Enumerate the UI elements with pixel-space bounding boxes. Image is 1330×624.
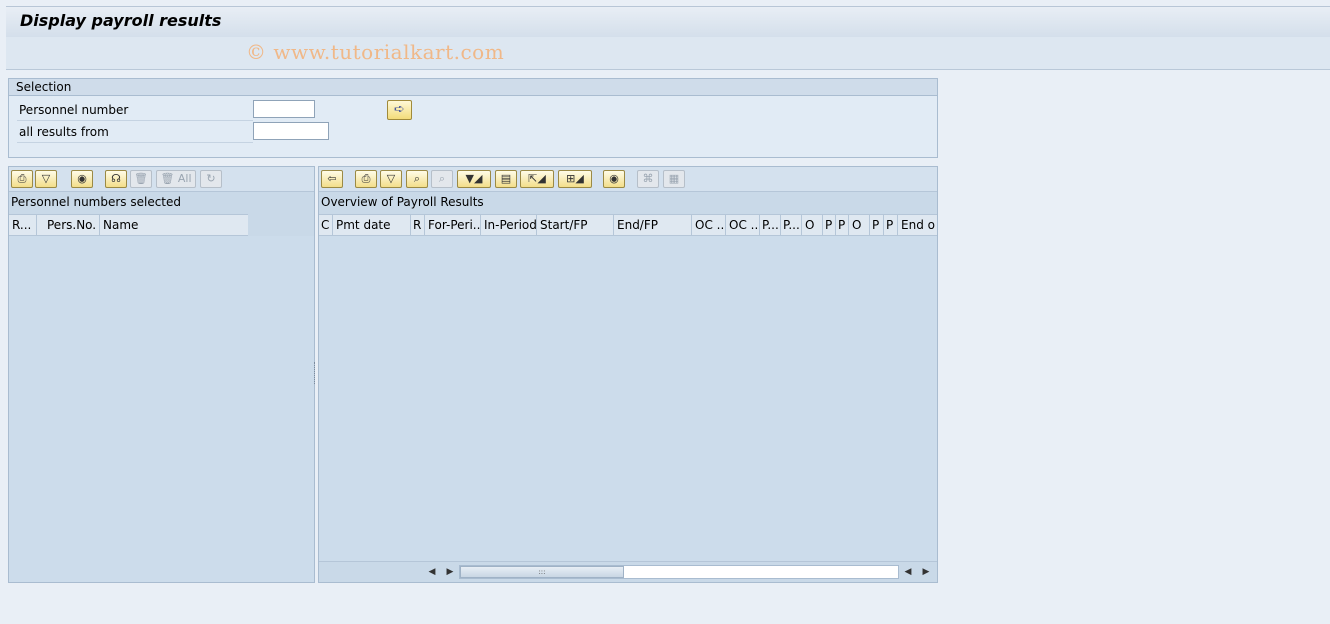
left-toolbar: ⎙ ▽ ◉ ☊ 🗑 🗑 All ↻ — [9, 167, 314, 192]
personnel-list-panel: ⎙ ▽ ◉ ☊ 🗑 🗑 All ↻ Personnel numbers sele… — [8, 166, 315, 583]
scroll-left-button[interactable]: ◀ — [901, 565, 915, 579]
find-icon: ⌕ — [413, 172, 421, 185]
delete-button[interactable]: 🗑 — [130, 170, 152, 188]
delete-all-icon: 🗑 — [160, 172, 175, 185]
filter-button[interactable]: ▽ — [380, 170, 402, 188]
find-next-icon: ⌕ — [438, 172, 446, 185]
all-results-from-row: all results from — [17, 122, 253, 143]
all-results-from-label: all results from — [19, 125, 109, 139]
application-toolbar: © www.tutorialkart.com — [6, 37, 1330, 70]
left-grid-body — [9, 236, 314, 582]
layout-button[interactable]: ◉ — [71, 170, 93, 188]
print-button[interactable]: ⎙ — [11, 170, 33, 188]
arrow-right-icon: ▶ — [922, 567, 930, 577]
set-filter-button[interactable]: ▼◢ — [457, 170, 491, 188]
delete-all-button[interactable]: 🗑 All — [156, 170, 196, 188]
filter-icon: ▽ — [386, 172, 396, 185]
column-header[interactable]: P — [823, 215, 836, 235]
column-header[interactable]: O — [849, 215, 870, 235]
refresh-icon: ↻ — [206, 172, 216, 185]
filter-icon: ▽ — [41, 172, 51, 185]
column-header[interactable]: P — [884, 215, 898, 235]
column-header[interactable]: OC ... — [726, 215, 760, 235]
watermark: © www.tutorialkart.com — [246, 40, 505, 64]
personnel-number-row: Personnel number — [17, 100, 253, 121]
right-grid-body — [319, 236, 937, 561]
delete-icon: 🗑 — [134, 172, 148, 185]
back-button[interactable]: ⇦ — [321, 170, 343, 188]
column-header[interactable]: P — [836, 215, 849, 235]
export-icon: ⇱◢ — [528, 172, 546, 185]
scroll-right-button[interactable]: ▶ — [443, 565, 457, 579]
layout-select-button[interactable]: ⊞◢ — [558, 170, 592, 188]
execute-button[interactable]: ➪ — [387, 100, 412, 120]
column-header[interactable]: Start/FP — [537, 215, 614, 235]
right-toolbar: ⇦ ⎙ ▽ ⌕ ⌕ ▼◢ ▤ ⇱◢ ⊞◢ ◉ ⌘ ▦ — [319, 167, 937, 192]
selection-heading: Selection — [9, 79, 937, 96]
all-results-from-input[interactable] — [253, 122, 329, 140]
payroll-results-panel: ⇦ ⎙ ▽ ⌕ ⌕ ▼◢ ▤ ⇱◢ ⊞◢ ◉ ⌘ ▦ Overview of P… — [318, 166, 938, 583]
columns-button[interactable]: ▦ — [663, 170, 685, 188]
arrow-left-icon: ◀ — [904, 567, 912, 577]
arrow-left-icon: ◀ — [428, 567, 436, 577]
personnel-number-label: Personnel number — [19, 103, 129, 117]
column-header[interactable]: P... — [781, 215, 802, 235]
column-header[interactable]: For-Peri... — [425, 215, 481, 235]
set-filter-icon: ▼◢ — [465, 172, 483, 185]
horizontal-scrollbar[interactable]: ◀ ▶ ::: ◀ ▶ — [319, 561, 937, 582]
panel-title: Overview of Payroll Results — [321, 195, 484, 209]
left-grid-header: R... Pers.No. Name — [9, 214, 248, 236]
selection-group: Selection Personnel number ➪ all results… — [8, 78, 938, 158]
scroll-right-button[interactable]: ▶ — [919, 565, 933, 579]
print-button[interactable]: ⎙ — [355, 170, 377, 188]
print-preview-button[interactable]: ▤ — [495, 170, 517, 188]
column-header[interactable]: O — [802, 215, 823, 235]
page-title: Display payroll results — [20, 11, 222, 30]
print-icon: ⎙ — [17, 172, 27, 185]
column-header[interactable]: Pmt date — [333, 215, 411, 235]
print-preview-icon: ▤ — [500, 172, 512, 185]
layout-icon: ◉ — [609, 172, 619, 185]
scroll-left-button[interactable]: ◀ — [425, 565, 439, 579]
find-button[interactable]: ⌕ — [406, 170, 428, 188]
columns-icon: ▦ — [668, 172, 680, 185]
details-button[interactable]: ⌘ — [637, 170, 659, 188]
select-icon: ☊ — [111, 172, 121, 185]
column-header[interactable]: In-Period — [481, 215, 537, 235]
print-icon: ⎙ — [361, 172, 371, 185]
select-button[interactable]: ☊ — [105, 170, 127, 188]
layout-icon: ◉ — [77, 172, 87, 185]
arrow-right-icon: ▶ — [446, 567, 454, 577]
title-bar: Display payroll results — [6, 6, 1330, 38]
personnel-number-input[interactable] — [253, 100, 315, 118]
layout-select-icon: ⊞◢ — [566, 172, 584, 185]
back-icon: ⇦ — [327, 172, 337, 185]
column-header[interactable]: R — [411, 215, 425, 235]
column-header[interactable]: C — [319, 215, 333, 235]
column-header[interactable]: Name — [100, 215, 248, 235]
filter-button[interactable]: ▽ — [35, 170, 57, 188]
scroll-thumb[interactable]: ::: — [460, 566, 624, 578]
column-header[interactable]: P — [870, 215, 884, 235]
panel-title: Personnel numbers selected — [11, 195, 182, 209]
refresh-button[interactable]: ↻ — [200, 170, 222, 188]
arrow-right-icon: ➪ — [394, 102, 405, 117]
column-header[interactable]: P... — [760, 215, 781, 235]
delete-all-label: All — [177, 172, 192, 185]
column-header[interactable]: End o — [898, 215, 937, 235]
column-header[interactable]: End/FP — [614, 215, 692, 235]
layout-button[interactable]: ◉ — [603, 170, 625, 188]
column-header[interactable]: Pers.No. — [37, 215, 100, 235]
details-icon: ⌘ — [642, 172, 654, 185]
column-header[interactable]: R... — [9, 215, 37, 235]
find-next-button[interactable]: ⌕ — [431, 170, 453, 188]
scroll-track[interactable]: ::: — [459, 565, 899, 579]
export-button[interactable]: ⇱◢ — [520, 170, 554, 188]
right-grid-header: C Pmt date R For-Peri... In-Period Start… — [319, 214, 937, 236]
column-header[interactable]: OC ... — [692, 215, 726, 235]
